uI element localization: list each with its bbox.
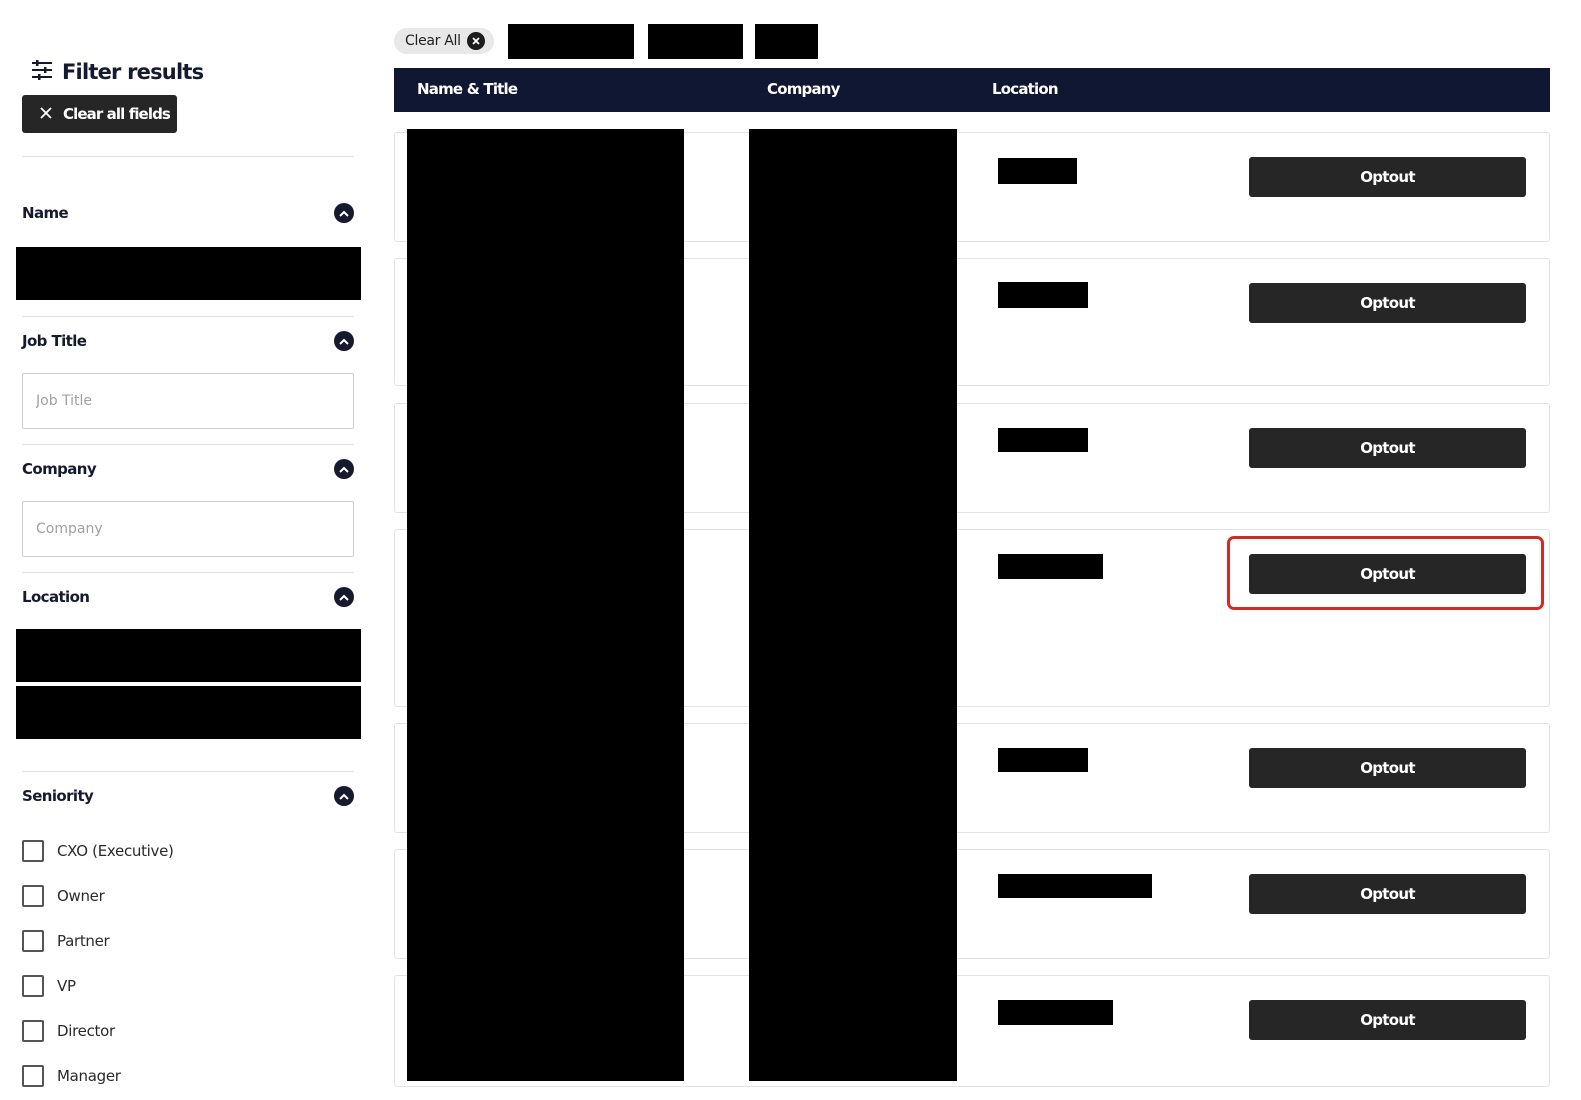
seniority-option-label: VP: [57, 977, 76, 995]
chevron-up-icon[interactable]: [334, 203, 354, 223]
checkbox[interactable]: [22, 930, 44, 952]
active-filter-chip-redacted[interactable]: [648, 24, 743, 59]
filter-header: Filter results: [30, 58, 204, 86]
location-cell-redacted: [998, 428, 1088, 452]
divider: [22, 572, 354, 573]
seniority-option-label: CXO (Executive): [57, 842, 174, 860]
clear-all-chip[interactable]: Clear All: [394, 28, 494, 54]
close-circle-icon[interactable]: [466, 32, 485, 50]
job-title-section-header[interactable]: Job Title: [22, 331, 354, 351]
chevron-up-icon[interactable]: [334, 786, 354, 806]
name-input-redacted[interactable]: [16, 247, 361, 300]
divider: [22, 156, 354, 157]
filter-title: Filter results: [62, 60, 204, 84]
optout-button[interactable]: Optout: [1249, 428, 1526, 468]
seniority-option-director[interactable]: Director: [22, 1020, 115, 1042]
seniority-section-header[interactable]: Seniority: [22, 786, 354, 806]
results-table-header: Name & Title Company Location: [394, 68, 1550, 112]
optout-button[interactable]: Optout: [1249, 157, 1526, 197]
location-section-label: Location: [22, 588, 90, 606]
checkbox[interactable]: [22, 840, 44, 862]
close-icon: [39, 105, 53, 124]
company-column-redacted: [749, 129, 957, 1081]
location-cell-redacted: [998, 1000, 1113, 1025]
job-title-section-label: Job Title: [22, 332, 87, 350]
optout-button[interactable]: Optout: [1249, 283, 1526, 323]
location-section-header[interactable]: Location: [22, 587, 354, 607]
column-header-location: Location: [992, 80, 1059, 98]
location-tag-redacted[interactable]: [16, 686, 361, 739]
active-filter-chip-redacted[interactable]: [508, 24, 634, 59]
name-title-column-redacted: [407, 129, 684, 1081]
clear-all-fields-button[interactable]: Clear all fields: [22, 95, 177, 133]
checkbox[interactable]: [22, 885, 44, 907]
seniority-option-partner[interactable]: Partner: [22, 930, 110, 952]
seniority-section-label: Seniority: [22, 787, 94, 805]
checkbox[interactable]: [22, 1020, 44, 1042]
divider: [22, 316, 354, 317]
seniority-option-owner[interactable]: Owner: [22, 885, 105, 907]
location-input-redacted[interactable]: [16, 629, 361, 682]
seniority-option-vp[interactable]: VP: [22, 975, 76, 997]
optout-button[interactable]: Optout: [1249, 748, 1526, 788]
chevron-up-icon[interactable]: [334, 331, 354, 351]
checkbox[interactable]: [22, 1065, 44, 1087]
clear-all-chip-label: Clear All: [405, 33, 461, 49]
location-cell-redacted: [998, 748, 1088, 772]
location-cell-redacted: [998, 282, 1088, 308]
name-section-header[interactable]: Name: [22, 203, 354, 223]
divider: [22, 771, 354, 772]
location-cell-redacted: [998, 554, 1103, 579]
seniority-option-label: Director: [57, 1022, 115, 1040]
seniority-option-label: Partner: [57, 932, 110, 950]
location-cell-redacted: [998, 874, 1152, 898]
chevron-up-icon[interactable]: [334, 459, 354, 479]
column-header-name-title: Name & Title: [417, 80, 518, 98]
filter-sidebar: Filter results Clear all fields Name Job…: [0, 0, 380, 1100]
seniority-option-manager[interactable]: Manager: [22, 1065, 121, 1087]
company-section-label: Company: [22, 460, 97, 478]
company-input[interactable]: [22, 501, 354, 557]
clear-all-fields-label: Clear all fields: [63, 105, 171, 123]
sliders-icon: [30, 58, 54, 86]
chevron-up-icon[interactable]: [334, 587, 354, 607]
location-cell-redacted: [998, 158, 1077, 184]
checkbox[interactable]: [22, 975, 44, 997]
seniority-option-label: Manager: [57, 1067, 121, 1085]
optout-button[interactable]: Optout: [1249, 874, 1526, 914]
name-section-label: Name: [22, 204, 69, 222]
column-header-company: Company: [767, 80, 840, 98]
optout-button[interactable]: Optout: [1249, 1000, 1526, 1040]
seniority-option-label: Owner: [57, 887, 105, 905]
company-section-header[interactable]: Company: [22, 459, 354, 479]
seniority-option-cxo[interactable]: CXO (Executive): [22, 840, 174, 862]
highlight-box: [1227, 536, 1544, 610]
active-filter-chip-redacted[interactable]: [755, 24, 818, 59]
job-title-input[interactable]: [22, 373, 354, 429]
divider: [22, 444, 354, 445]
